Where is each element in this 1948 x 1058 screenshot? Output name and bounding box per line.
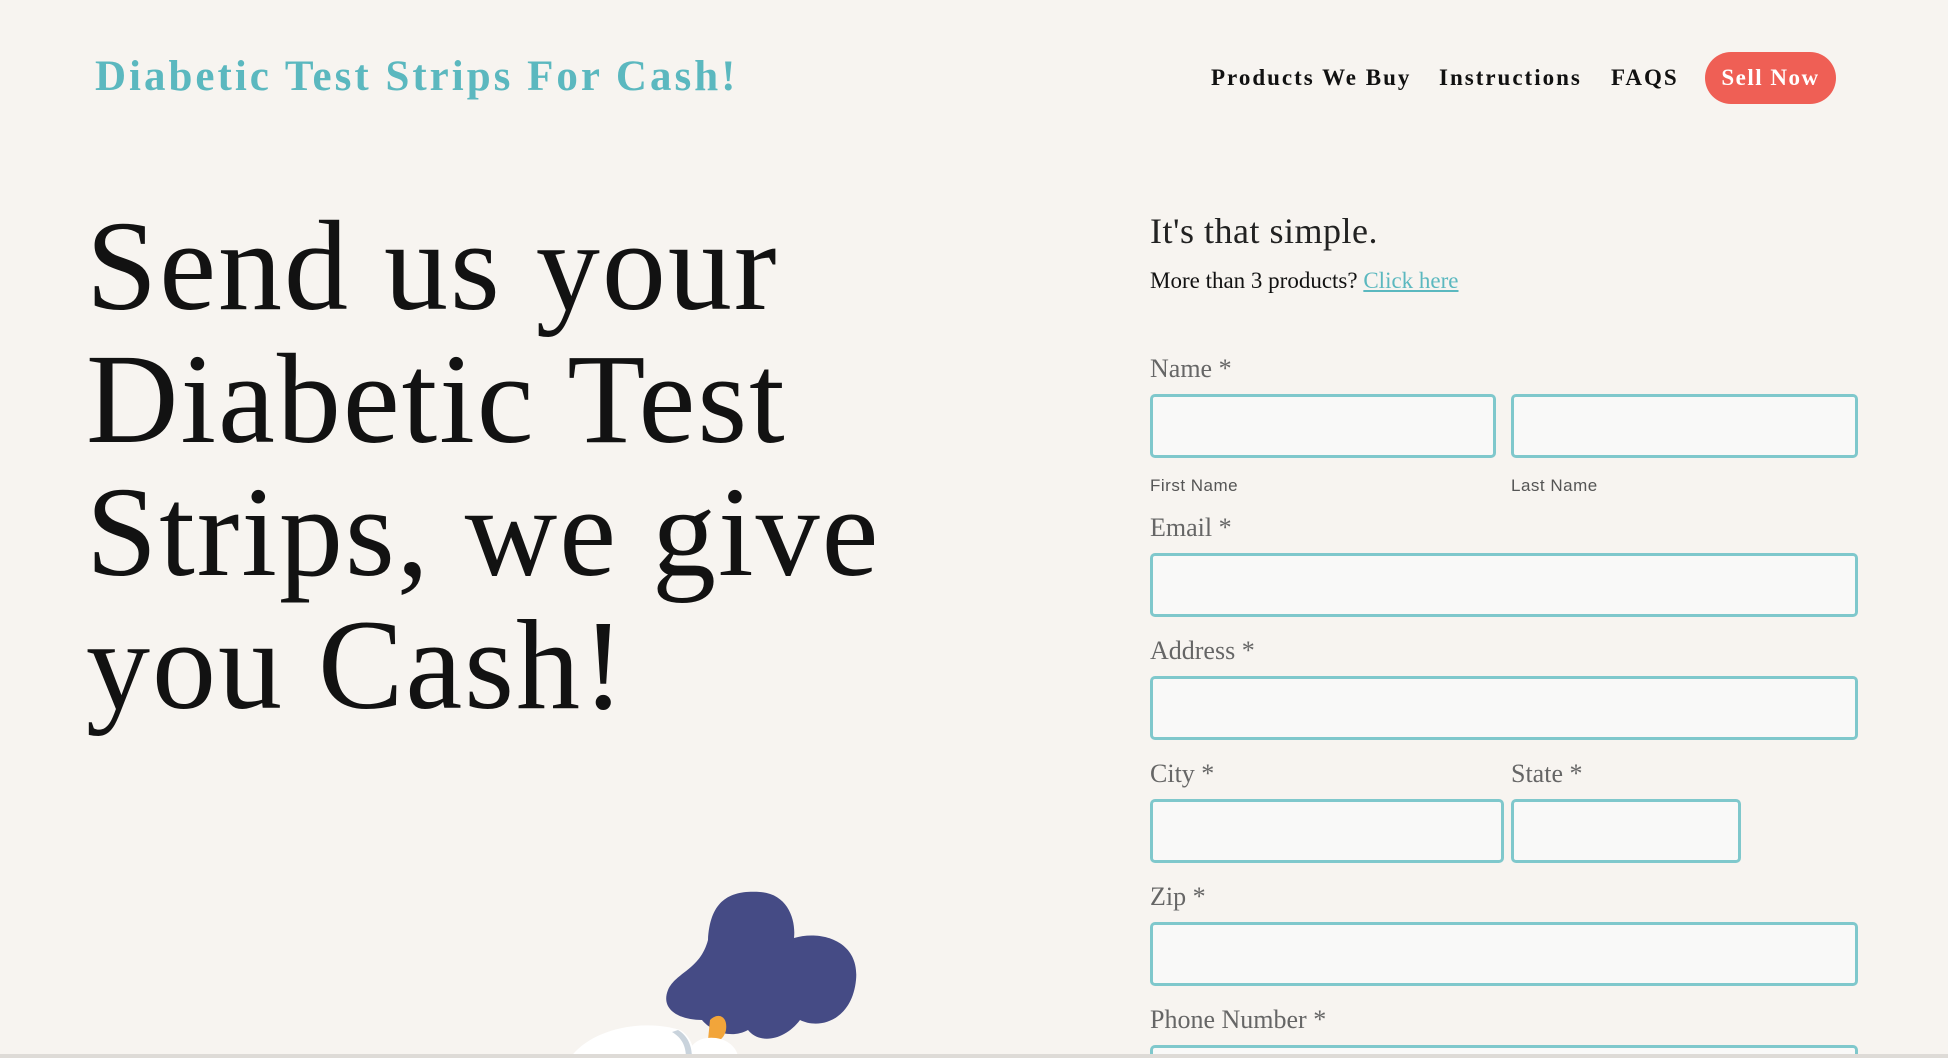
more-products-text: More than 3 products? — [1150, 268, 1358, 293]
sell-now-button[interactable]: Sell Now — [1705, 52, 1836, 104]
bottom-edge — [0, 1054, 1948, 1058]
nav-instructions[interactable]: Instructions — [1439, 65, 1582, 91]
nav-faqs[interactable]: FAQS — [1611, 65, 1679, 91]
main-nav: Products We Buy Instructions FAQS Sell N… — [0, 52, 1948, 110]
address-label: Address * — [1150, 636, 1255, 665]
phone-label: Phone Number * — [1150, 1005, 1327, 1034]
state-label: State * — [1511, 759, 1583, 788]
click-here-link[interactable]: Click here — [1363, 268, 1458, 293]
address-input[interactable] — [1150, 676, 1858, 740]
email-input[interactable] — [1150, 553, 1858, 617]
zip-label: Zip * — [1150, 882, 1206, 911]
first-name-sublabel: First Name — [1150, 476, 1239, 495]
more-products-line: More than 3 products? Click here — [1150, 268, 1860, 294]
zip-input[interactable] — [1150, 922, 1858, 986]
city-input[interactable] — [1150, 799, 1504, 863]
sell-form: It's that simple. More than 3 products? … — [1150, 210, 1860, 294]
hero-line: Strips, we give — [86, 461, 881, 603]
nav-products-we-buy[interactable]: Products We Buy — [1211, 65, 1411, 91]
form-intro: It's that simple. — [1150, 211, 1378, 251]
hero-line: you Cash! — [86, 594, 627, 736]
state-input[interactable] — [1511, 799, 1741, 863]
name-label: Name * — [1150, 354, 1232, 383]
hero-line: Diabetic Test — [86, 328, 787, 470]
last-name-input[interactable] — [1511, 394, 1858, 458]
first-name-input[interactable] — [1150, 394, 1496, 458]
last-name-sublabel: Last Name — [1511, 476, 1598, 495]
hair-shape — [666, 891, 857, 1039]
city-label: City * — [1150, 759, 1215, 788]
hero-line: Send us your — [86, 195, 779, 337]
email-label: Email * — [1150, 513, 1232, 542]
person-illustration — [570, 891, 857, 1058]
hero-headline: Send us your Diabetic Test Strips, we gi… — [86, 200, 986, 732]
